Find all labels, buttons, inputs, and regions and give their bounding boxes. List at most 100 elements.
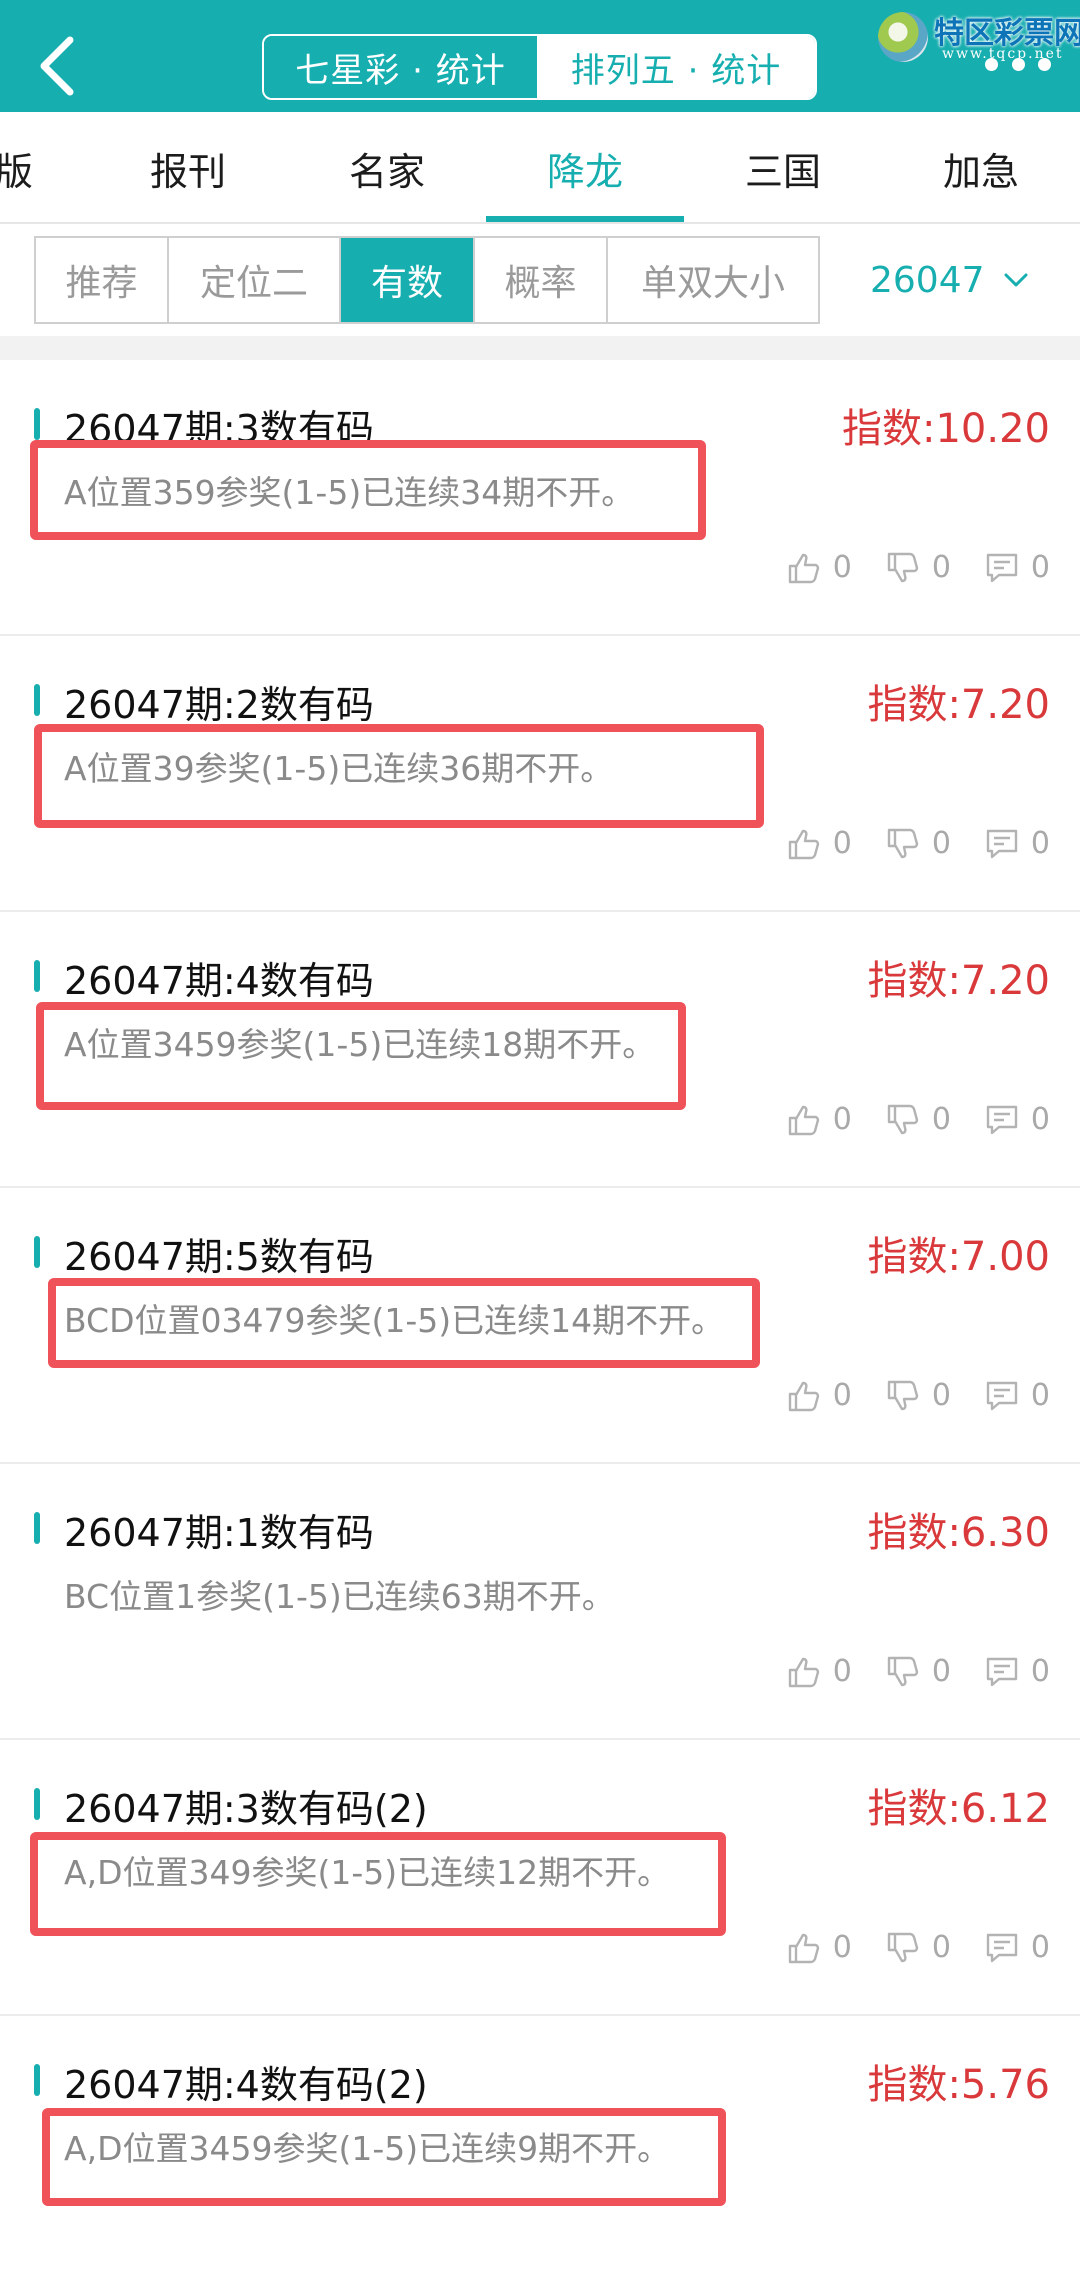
section-divider	[0, 336, 1080, 360]
list-item[interactable]: 26047期:3数有码(2) 指数:6.12 A,D位置349参奖(1-5)已连…	[0, 1740, 1080, 2016]
like-button[interactable]: 0	[787, 1654, 852, 1689]
list-item[interactable]: 26047期:5数有码 指数:7.00 BCD位置03479参奖(1-5)已连续…	[0, 1188, 1080, 1464]
filter-gailv[interactable]: 概率	[475, 238, 608, 322]
thumbs-up-icon	[788, 829, 819, 859]
dislike-button[interactable]: 0	[886, 1102, 951, 1137]
like-button[interactable]: 0	[787, 1378, 852, 1413]
comment-count: 0	[1030, 550, 1050, 585]
like-button[interactable]: 0	[787, 550, 852, 585]
item-index: 指数:7.20	[867, 682, 1050, 728]
item-index: 指数:6.30	[867, 1510, 1050, 1556]
list-item[interactable]: 26047期:3数有码 指数:10.20 A位置359参奖(1-5)已连续34期…	[0, 360, 1080, 636]
filter-youshu[interactable]: 有数	[341, 238, 475, 322]
highlight-box	[42, 2108, 726, 2206]
tab-xianglong[interactable]: 降龙	[505, 112, 665, 224]
filter-tuijian[interactable]: 推荐	[36, 238, 169, 322]
period-value: 26047	[870, 259, 985, 301]
filter-danshuangdaxiao[interactable]: 单双大小	[608, 238, 818, 322]
watermark-url: www.tqcp.net	[942, 46, 1064, 62]
thumbs-up-icon	[788, 1933, 819, 1963]
thumbs-up-icon	[788, 553, 819, 583]
comment-button[interactable]: 0	[985, 550, 1050, 585]
item-index: 指数:7.00	[867, 1234, 1050, 1280]
item-title: 26047期:2数有码	[64, 683, 374, 727]
list-item[interactable]: 26047期:1数有码 指数:6.30 BC位置1参奖(1-5)已连续63期不开…	[0, 1464, 1080, 1740]
list-item[interactable]: 26047期:4数有码(2) 指数:5.76 A,D位置3459参奖(1-5)已…	[0, 2016, 1080, 2292]
thumbs-down-icon	[887, 1656, 919, 1686]
thumbs-down-icon	[887, 1932, 919, 1962]
dislike-count: 0	[931, 1930, 951, 1965]
comment-icon	[986, 1657, 1018, 1686]
tab-jiaji[interactable]: 加急	[901, 112, 1061, 224]
dislike-button[interactable]: 0	[886, 1930, 951, 1965]
item-actions: 0 0 0	[753, 1102, 1050, 1137]
comment-icon	[986, 1105, 1018, 1134]
dislike-button[interactable]: 0	[886, 1378, 951, 1413]
tab-mingjia[interactable]: 名家	[307, 112, 467, 224]
item-actions: 0 0 0	[753, 1378, 1050, 1413]
comment-count: 0	[1030, 1378, 1050, 1413]
dislike-count: 0	[931, 1102, 951, 1137]
tab-pailiewu-stats[interactable]: 排列五 · 统计	[537, 36, 815, 98]
back-button[interactable]	[34, 34, 82, 98]
highlight-box	[36, 1002, 686, 1110]
comment-button[interactable]: 0	[985, 1378, 1050, 1413]
like-button[interactable]: 0	[787, 826, 852, 861]
dislike-count: 0	[931, 1654, 951, 1689]
dislike-count: 0	[931, 550, 951, 585]
highlight-box	[34, 724, 764, 828]
dislike-count: 0	[931, 826, 951, 861]
thumbs-up-icon	[788, 1657, 819, 1687]
like-button[interactable]: 0	[787, 1930, 852, 1965]
thumbs-down-icon	[887, 828, 919, 858]
thumbs-down-icon	[887, 1104, 919, 1134]
item-title: 26047期:3数有码(2)	[64, 1787, 428, 1831]
comment-button[interactable]: 0	[985, 1930, 1050, 1965]
top-app-bar: 七星彩 · 统计 排列五 · 统计 特区彩票网 www.tqcp.net	[0, 0, 1080, 112]
chevron-down-icon	[1004, 273, 1028, 287]
comment-button[interactable]: 0	[985, 1654, 1050, 1689]
item-actions: 0 0 0	[753, 1654, 1050, 1689]
title-marker	[34, 1236, 40, 1268]
dislike-button[interactable]: 0	[886, 1654, 951, 1689]
title-marker	[34, 1512, 40, 1544]
highlight-box	[30, 1832, 726, 1936]
thumbs-down-icon	[887, 552, 919, 582]
item-title: 26047期:5数有码	[64, 1235, 374, 1279]
thumbs-up-icon	[788, 1105, 819, 1135]
tab-sanguo[interactable]: 三国	[703, 112, 863, 224]
title-marker	[34, 2064, 40, 2096]
item-actions: 0 0 0	[753, 550, 1050, 585]
comment-count: 0	[1030, 1102, 1050, 1137]
comment-icon	[986, 1933, 1018, 1962]
like-count: 0	[832, 1378, 852, 1413]
item-title: 26047期:1数有码	[64, 1511, 374, 1555]
period-select[interactable]: 26047	[870, 236, 1029, 324]
like-count: 0	[832, 1930, 852, 1965]
list-item[interactable]: 26047期:2数有码 指数:7.20 A位置39参奖(1-5)已连续36期不开…	[0, 636, 1080, 912]
tab-qixingcai-stats[interactable]: 七星彩 · 统计	[264, 36, 537, 98]
like-count: 0	[832, 826, 852, 861]
item-index: 指数:10.20	[842, 406, 1050, 452]
tab-baokan[interactable]: 报刊	[108, 112, 268, 224]
dislike-button[interactable]: 0	[886, 550, 951, 585]
like-count: 0	[832, 550, 852, 585]
site-watermark: 特区彩票网 www.tqcp.net	[878, 6, 1080, 64]
item-title: 26047期:4数有码(2)	[64, 2063, 428, 2107]
comment-count: 0	[1030, 1930, 1050, 1965]
filter-dingweier[interactable]: 定位二	[169, 238, 341, 322]
like-button[interactable]: 0	[787, 1102, 852, 1137]
back-chevron-icon	[40, 36, 74, 96]
tab-ban[interactable]: 版	[0, 112, 94, 224]
title-marker	[34, 408, 40, 440]
dislike-button[interactable]: 0	[886, 826, 951, 861]
list-item[interactable]: 26047期:4数有码 指数:7.20 A位置3459参奖(1-5)已连续18期…	[0, 912, 1080, 1188]
title-marker	[34, 684, 40, 716]
item-index: 指数:6.12	[867, 1786, 1050, 1832]
comment-count: 0	[1030, 1654, 1050, 1689]
comment-button[interactable]: 0	[985, 826, 1050, 861]
category-tabs: 版 报刊 名家 降龙 三国 加急	[0, 112, 1080, 224]
title-marker	[34, 1788, 40, 1820]
comment-icon	[986, 829, 1018, 858]
comment-button[interactable]: 0	[985, 1102, 1050, 1137]
